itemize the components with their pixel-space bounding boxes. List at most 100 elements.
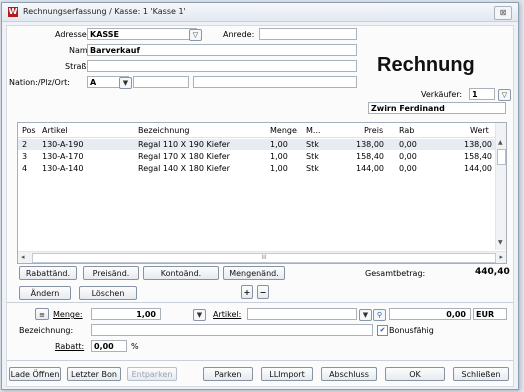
- verkaeufer-label: Verkäufer:: [421, 90, 463, 99]
- title-bar: W Rechnungserfassung / Kasse: 1 'Kasse 1…: [2, 3, 518, 22]
- gesamtbetrag-value: 440,40: [475, 267, 510, 277]
- ort-field[interactable]: [193, 76, 357, 88]
- mengen-aendern-button[interactable]: Mengenänd.: [223, 266, 285, 280]
- abschluss-button[interactable]: Abschluss: [321, 367, 377, 381]
- scroll-right-icon[interactable]: ▸: [499, 253, 503, 261]
- cell-artikel: 130-A-190: [42, 140, 84, 149]
- rabatt-field[interactable]: 0,00: [91, 340, 127, 352]
- letzter-bon-button[interactable]: Letzter Bon: [67, 367, 121, 381]
- invoice-window: W Rechnungserfassung / Kasse: 1 'Kasse 1…: [1, 2, 519, 390]
- col-bezeichnung[interactable]: Bezeichnung: [138, 126, 190, 135]
- scroll-down-icon[interactable]: ▼: [498, 239, 503, 246]
- menge-label: Menge:: [53, 310, 83, 319]
- rabatt-unit: %: [131, 342, 139, 351]
- adresse-label: Adresse:: [55, 30, 90, 39]
- cell-wert: 144,00: [464, 164, 492, 173]
- artikel-label: Artikel:: [213, 310, 242, 319]
- verkaeufer-field[interactable]: 1: [469, 88, 495, 100]
- name-field[interactable]: Barverkauf: [87, 44, 357, 56]
- cell-wert: 138,00: [464, 140, 492, 149]
- cell-rab: 0,00: [399, 140, 417, 149]
- artikel-field[interactable]: [247, 308, 357, 320]
- verkaeufer-name-field: Zwirn Ferdinand: [368, 102, 506, 114]
- parken-button[interactable]: Parken: [203, 367, 253, 381]
- adresse-dropdown-icon[interactable]: ▽: [189, 29, 202, 41]
- entparken-button[interactable]: Entparken: [127, 367, 177, 381]
- cell-wert: 158,40: [464, 152, 492, 161]
- cell-rab: 0,00: [399, 164, 417, 173]
- cell-preis: 138,00: [356, 140, 384, 149]
- cell-rab: 0,00: [399, 152, 417, 161]
- schliessen-button[interactable]: Schließen: [453, 367, 509, 381]
- nation-dropdown-icon[interactable]: ▼: [119, 77, 132, 89]
- vertical-scrollbar[interactable]: ▲ ▼: [495, 123, 506, 250]
- cell-pos: 4: [22, 164, 28, 173]
- adresse-field[interactable]: KASSE: [87, 28, 197, 40]
- document-title: Rechnung: [377, 54, 475, 76]
- scroll-thumb[interactable]: [497, 149, 506, 165]
- bonusfaehig-label: Bonusfähig: [389, 326, 434, 335]
- col-pos[interactable]: Pos: [22, 126, 36, 135]
- remove-icon[interactable]: −: [257, 285, 269, 299]
- aendern-button[interactable]: Ändern: [19, 286, 71, 300]
- cell-einheit: Stk: [306, 152, 319, 161]
- cell-pos: 2: [22, 140, 28, 149]
- cell-einheit: Stk: [306, 164, 319, 173]
- scroll-up-icon[interactable]: ▲: [498, 139, 503, 146]
- cell-preis: 158,40: [356, 152, 384, 161]
- menge-dropdown-icon[interactable]: ▼: [193, 309, 206, 321]
- cell-bezeichnung: Regal 170 X 180 Kiefer: [138, 152, 230, 161]
- bonusfaehig-checkbox[interactable]: ✔: [377, 325, 388, 336]
- artikel-dropdown-icon[interactable]: ▼: [359, 309, 372, 321]
- divider: [7, 302, 513, 303]
- gesamtbetrag-label: Gesamtbetrag:: [365, 269, 426, 278]
- window-body: Adresse: KASSE ▽ Anrede: Name: Barverkau…: [6, 25, 514, 387]
- llimport-button[interactable]: LLImport: [261, 367, 313, 381]
- col-mengeneinheit[interactable]: M...: [306, 126, 321, 135]
- nation-label: Nation:/Plz/Ort:: [9, 78, 70, 87]
- preis-aendern-button[interactable]: Preisänd.: [83, 266, 139, 280]
- item-grid: Pos Artikel Bezeichnung Menge M... Preis…: [17, 122, 507, 264]
- rabatt-aendern-button[interactable]: Rabattänd.: [19, 266, 77, 280]
- cell-pos: 3: [22, 152, 28, 161]
- col-preis[interactable]: Preis: [364, 126, 383, 135]
- currency-field[interactable]: EUR: [473, 308, 507, 320]
- col-wert[interactable]: Wert: [470, 126, 489, 135]
- col-menge[interactable]: Menge: [270, 126, 297, 135]
- app-icon: W: [8, 7, 18, 17]
- window-title: Rechnungserfassung / Kasse: 1 'Kasse 1': [23, 7, 186, 16]
- loeschen-button[interactable]: Löschen: [79, 286, 137, 300]
- strasse-field[interactable]: [87, 60, 357, 72]
- rabatt-label: Rabatt:: [55, 342, 85, 351]
- col-rab[interactable]: Rab: [399, 126, 414, 135]
- cell-bezeichnung: Regal 110 X 190 Kiefer: [138, 140, 230, 149]
- table-row[interactable]: 2 130-A-190 Regal 110 X 190 Kiefer 1,00 …: [18, 139, 496, 150]
- anrede-label: Anrede:: [223, 30, 255, 39]
- table-row[interactable]: 3 130-A-170 Regal 170 X 180 Kiefer 1,00 …: [18, 151, 496, 162]
- cell-preis: 144,00: [356, 164, 384, 173]
- lade-oeffnen-button[interactable]: Lade Öffnen: [9, 367, 61, 381]
- konto-aendern-button[interactable]: Kontoänd.: [143, 266, 219, 280]
- add-icon[interactable]: +: [241, 285, 253, 299]
- menge-field[interactable]: 1,00: [91, 308, 161, 320]
- search-icon[interactable]: ⚲: [373, 309, 386, 321]
- col-artikel[interactable]: Artikel: [42, 126, 68, 135]
- cell-artikel: 130-A-170: [42, 152, 84, 161]
- horizontal-scrollbar[interactable]: ◂ III ▸: [18, 251, 506, 263]
- cell-einheit: Stk: [306, 140, 319, 149]
- divider: [7, 360, 513, 361]
- table-row[interactable]: 4 130-A-140 Regal 140 X 180 Kiefer 1,00 …: [18, 163, 496, 174]
- menge-toggle-icon[interactable]: ≡: [35, 308, 49, 320]
- cell-menge: 1,00: [270, 152, 288, 161]
- preis-field[interactable]: 0,00: [389, 308, 471, 320]
- ok-button[interactable]: OK: [385, 367, 445, 381]
- hscroll-thumb[interactable]: III: [32, 253, 496, 263]
- plz-field[interactable]: [133, 76, 189, 88]
- bezeichnung-field[interactable]: [91, 324, 373, 336]
- verkaeufer-dropdown-icon[interactable]: ▽: [498, 89, 511, 101]
- scroll-left-icon[interactable]: ◂: [21, 253, 25, 261]
- cell-menge: 1,00: [270, 140, 288, 149]
- close-button[interactable]: ⊠: [494, 6, 512, 20]
- cell-artikel: 130-A-140: [42, 164, 84, 173]
- anrede-field[interactable]: [259, 28, 357, 40]
